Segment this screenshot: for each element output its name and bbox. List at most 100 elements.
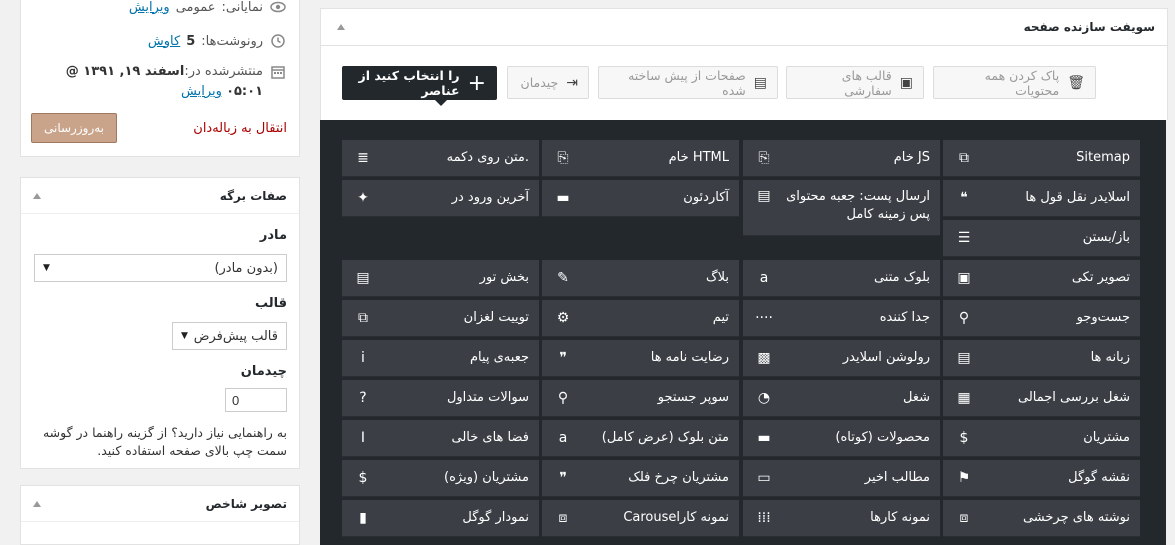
element-tile[interactable]: سوپر جستجو ⚲ bbox=[542, 380, 739, 417]
page-builder-header[interactable]: سویفت سازنده صفحه bbox=[320, 8, 1168, 46]
button-text-icon: ≣ bbox=[357, 150, 369, 166]
element-tile[interactable]: جست‌وجو ⚲ bbox=[943, 300, 1140, 337]
update-button[interactable]: به‌روزرسانی bbox=[31, 113, 118, 143]
featured-image-header[interactable]: تصویر شاخص bbox=[21, 486, 299, 522]
custom-templates-button[interactable]: ▣ قالب های سفارشی bbox=[786, 66, 924, 99]
element-tile[interactable]: .متن روی دکمه ≣ bbox=[342, 140, 539, 177]
element-tile-label: باز/بستن bbox=[1082, 230, 1130, 245]
map-pin-icon: ⚑ bbox=[957, 470, 971, 486]
clear-all-button[interactable]: 🗑 پاک کردن همه محتویات bbox=[933, 66, 1096, 99]
element-tile-label: متن بلوک (عرض کامل) bbox=[601, 430, 729, 445]
element-tile[interactable]: جعبه‌ی پیام i bbox=[342, 340, 539, 377]
element-tile-label: فضا های خالی bbox=[451, 430, 530, 445]
template-select[interactable]: قالب پیش‌فرض ▼ bbox=[172, 322, 287, 350]
builder-toolbar: 🗑 پاک کردن همه محتویات ▣ قالب های سفارشی… bbox=[320, 46, 1168, 120]
page-attributes-header[interactable]: صفات برگه bbox=[21, 178, 299, 214]
job-icon: ◔ bbox=[757, 390, 771, 406]
tabs-icon: ▤ bbox=[957, 350, 971, 366]
text-block-icon: a bbox=[759, 270, 769, 286]
order-label: چیدمان bbox=[240, 364, 287, 379]
element-tile[interactable]: آخرین ورود در ✦ bbox=[342, 180, 539, 217]
visibility-value: عمومی bbox=[175, 0, 216, 15]
element-tile-label: نقشه گوگل bbox=[1068, 470, 1130, 485]
element-tile[interactable]: نمونه کارCarousel ⧈ bbox=[542, 500, 739, 537]
visibility-edit-link[interactable]: ویرایش bbox=[129, 0, 170, 15]
element-tile[interactable]: رضایت نامه ها ❞ bbox=[542, 340, 739, 377]
element-tile[interactable]: بلاگ ✎ bbox=[542, 260, 739, 297]
parent-select[interactable]: (بدون مادر) ▼ bbox=[34, 254, 287, 282]
clients-carousel-icon: ❞ bbox=[559, 470, 567, 486]
featured-image-box: تصویر شاخص bbox=[20, 485, 300, 545]
revisions-browse-link[interactable]: کاوش bbox=[148, 34, 180, 49]
element-tile[interactable]: HTML خام ⎘ bbox=[542, 140, 739, 177]
page-attributes-box: صفات برگه مادر (بدون مادر) ▼ قالب قالب پ… bbox=[20, 177, 300, 469]
element-tile[interactable]: محصولات (کوتاه) ▬ bbox=[743, 420, 940, 457]
twitter-icon: ✦ bbox=[357, 190, 369, 206]
element-tile[interactable]: شغل ◔ bbox=[743, 380, 940, 417]
eye-icon bbox=[269, 0, 287, 16]
element-tile[interactable]: مشتریان چرخ فلک ❞ bbox=[542, 460, 739, 497]
element-tile[interactable]: فضا های خالی I bbox=[342, 420, 539, 457]
calendar-icon bbox=[269, 63, 287, 81]
published-label: منتشرشده در: bbox=[184, 64, 263, 79]
trash-icon: 🗑 bbox=[1067, 74, 1085, 91]
element-tile[interactable]: باز/بستن ☰ bbox=[943, 220, 1140, 257]
element-tile[interactable]: بلوک متنی a bbox=[743, 260, 940, 297]
revisions-label: رونوشت‌ها: bbox=[201, 33, 263, 49]
element-tile[interactable]: شغل بررسی اجمالی ▦ bbox=[943, 380, 1140, 417]
element-tile-label: آخرین ورود در bbox=[451, 190, 529, 205]
element-tile[interactable]: نوشته های چرخشی ⧈ bbox=[943, 500, 1140, 537]
super-search-icon: ⚲ bbox=[557, 390, 569, 406]
element-tile[interactable]: بخش تور ▤ bbox=[342, 260, 539, 297]
prebuilt-pages-button[interactable]: ▤ صفحات از پیش ساخته شده bbox=[598, 66, 778, 99]
element-tile[interactable]: سوالات متداول? bbox=[342, 380, 539, 417]
element-tile[interactable]: مطالب اخیر ▭ bbox=[743, 460, 940, 497]
revisions-row: رونوشت‌ها: 5 کاوش bbox=[31, 26, 287, 56]
element-tile[interactable]: مشتریان (ویژه) $ bbox=[342, 460, 539, 497]
element-tile-label: رضایت نامه ها bbox=[650, 350, 729, 365]
element-tile[interactable]: زبانه ها ▤ bbox=[943, 340, 1140, 377]
plus-icon: + bbox=[467, 70, 486, 96]
layout-button[interactable]: ⇥ چیدمان bbox=[507, 66, 589, 99]
element-tile[interactable]: تصویر تکی ▣ bbox=[943, 260, 1140, 297]
element-tile[interactable]: نمونه کارها ⁞⁞⁞ bbox=[743, 500, 940, 537]
briefcase-icon: ▦ bbox=[957, 390, 971, 406]
parent-label: مادر bbox=[259, 228, 287, 243]
element-tile-label: بخش تور bbox=[479, 270, 529, 285]
clear-all-label: پاک کردن همه محتویات bbox=[984, 67, 1060, 98]
element-tile[interactable]: JS خام ⎘ bbox=[743, 140, 940, 177]
prebuilt-pages-label: صفحات از پیش ساخته شده bbox=[628, 67, 746, 98]
search-icon: ⚲ bbox=[958, 310, 970, 326]
layout-icon: ▤ bbox=[753, 74, 767, 91]
template-icon: ▣ bbox=[899, 74, 913, 91]
select-elements-button[interactable]: + را انتخاب کنید از عناصر bbox=[342, 66, 497, 106]
info-icon: i bbox=[361, 350, 365, 366]
element-tile[interactable]: آکاردئون ▬ bbox=[542, 180, 739, 217]
element-tile[interactable]: رولوشن اسلایدر ▩ bbox=[743, 340, 940, 377]
element-tile-label: بلوک متنی bbox=[873, 270, 930, 285]
element-tile-label: مشتریان چرخ فلک bbox=[628, 470, 729, 485]
template-select-value: قالب پیش‌فرض bbox=[193, 328, 278, 344]
element-tile[interactable]: توییت لغزان ⧉ bbox=[342, 300, 539, 337]
recent-posts-icon: ▭ bbox=[757, 470, 771, 486]
carousel-posts-icon: ⧈ bbox=[959, 510, 969, 526]
element-tile[interactable]: نقشه گوگل ⚑ bbox=[943, 460, 1140, 497]
element-tile[interactable]: نمودار گوگل ▮ bbox=[342, 500, 539, 537]
collapse-arrow-icon[interactable] bbox=[337, 24, 345, 30]
collapse-arrow-icon[interactable] bbox=[33, 500, 41, 507]
collapse-arrow-icon[interactable] bbox=[33, 192, 41, 199]
element-tile[interactable]: Sitemap ⧉ bbox=[943, 140, 1140, 177]
order-input[interactable] bbox=[225, 388, 287, 412]
move-to-trash-link[interactable]: انتقال به زباله‌دان bbox=[193, 121, 287, 136]
published-edit-link[interactable]: ویرایش bbox=[181, 84, 222, 99]
element-tile[interactable]: تیم ⚙ bbox=[542, 300, 739, 337]
published-row: منتشرشده در:اسفند ۱۹, ۱۳۹۱ @ ۰۵:۰۱ ویرای… bbox=[31, 56, 287, 102]
element-tile[interactable]: مشتریان $ bbox=[943, 420, 1140, 457]
element-tile[interactable]: اسلایدر نقل قول ها ❝ bbox=[943, 180, 1140, 217]
element-tile[interactable]: جدا کننده ···· bbox=[743, 300, 940, 337]
divider-icon: ···· bbox=[755, 310, 773, 326]
history-icon bbox=[269, 32, 287, 50]
element-tile[interactable]: متن بلوک (عرض کامل) a bbox=[542, 420, 739, 457]
element-tile[interactable]: ارسال پست: جعبه محتوای پس زمینه کامل ▤ bbox=[743, 180, 940, 236]
visibility-row: نمایانی: عمومی ویرایش bbox=[31, 0, 287, 22]
